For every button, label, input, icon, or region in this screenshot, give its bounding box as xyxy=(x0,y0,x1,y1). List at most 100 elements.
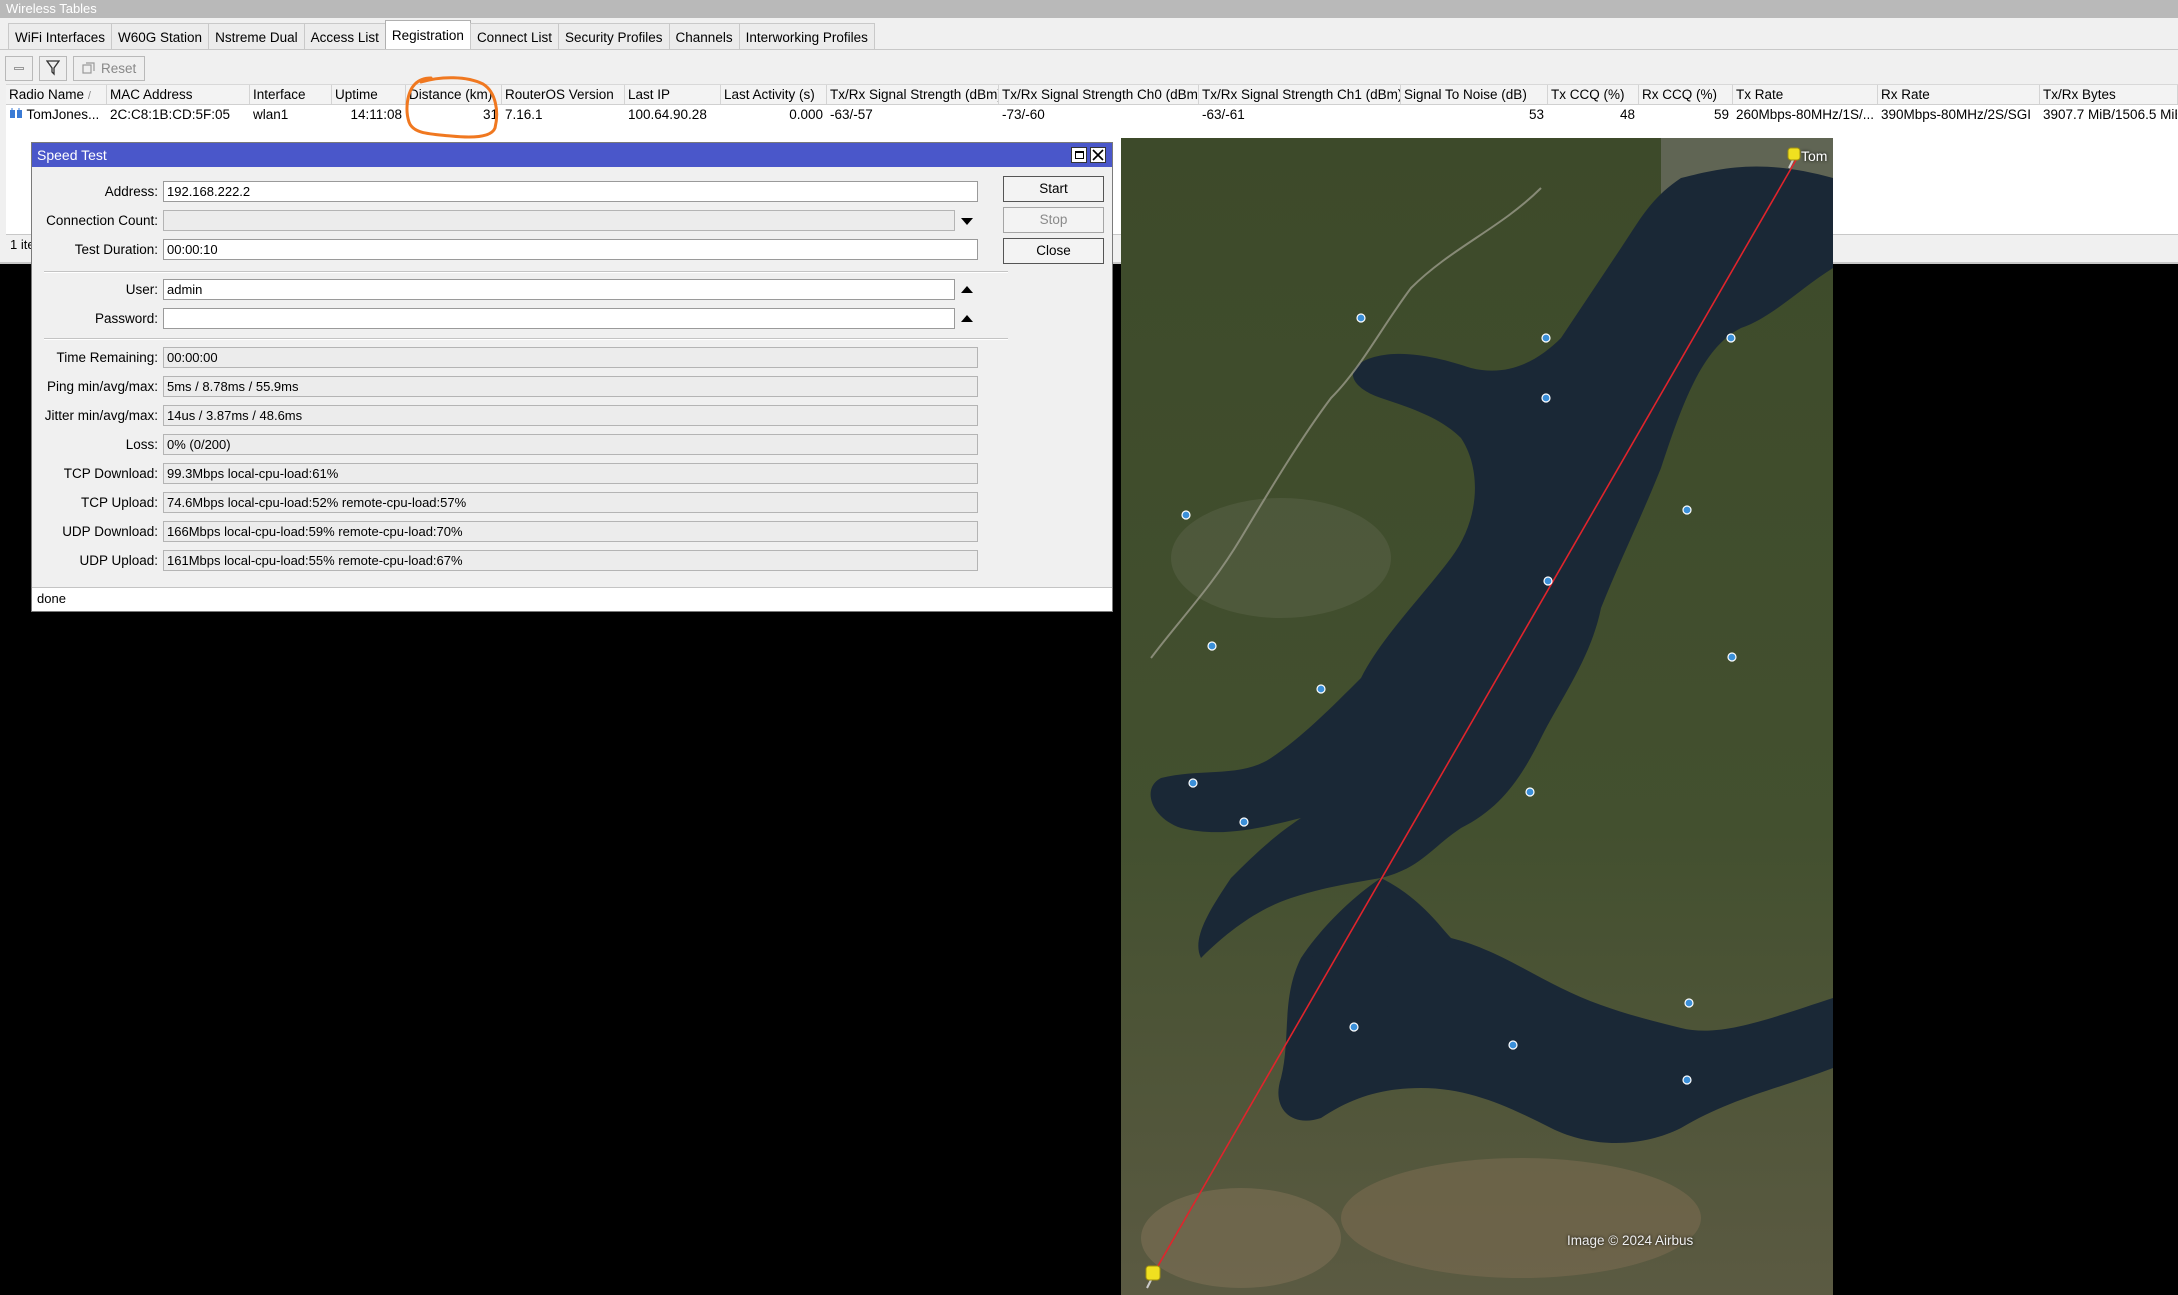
column-header[interactable]: Tx Rate xyxy=(1733,85,1878,104)
close-icon xyxy=(1092,149,1104,161)
tab-registration[interactable]: Registration xyxy=(384,20,471,50)
udp-upload-row: UDP Upload: 161Mbps local-cpu-load:55% r… xyxy=(32,550,1112,572)
start-button[interactable]: Start xyxy=(1003,176,1104,202)
chevron-down-icon[interactable] xyxy=(961,218,973,225)
marker-icon[interactable] xyxy=(1543,576,1553,586)
tcp-download-label: TCP Download: xyxy=(63,466,158,481)
filter-icon xyxy=(46,60,60,76)
cell-mac: 2C:C8:1B:CD:5F:05 xyxy=(107,105,250,124)
password-label: Password: xyxy=(94,311,158,326)
column-header[interactable]: Signal To Noise (dB) xyxy=(1401,85,1548,104)
column-header[interactable]: Tx/Rx Signal Strength Ch0 (dBm) xyxy=(999,85,1199,104)
time-remaining-row: Time Remaining: 00:00:00 xyxy=(32,347,1112,369)
marker-icon[interactable] xyxy=(1239,817,1249,827)
cell-snr: 53 xyxy=(1401,105,1548,124)
tab-channels[interactable]: Channels xyxy=(668,23,740,50)
time-remaining-label: Time Remaining: xyxy=(56,350,158,365)
remove-button[interactable] xyxy=(5,55,33,81)
jitter-value: 14us / 3.87ms / 48.6ms xyxy=(163,405,978,426)
column-header[interactable]: MAC Address xyxy=(107,85,250,104)
column-header[interactable]: Tx/Rx Signal Strength Ch1 (dBm) xyxy=(1199,85,1401,104)
connection-count-input[interactable] xyxy=(163,210,955,231)
stop-button[interactable]: Stop xyxy=(1003,207,1104,233)
column-header[interactable]: RouterOS Version xyxy=(502,85,625,104)
password-input[interactable] xyxy=(163,308,955,329)
loss-label: Loss: xyxy=(125,437,158,452)
marker-icon[interactable] xyxy=(1207,641,1217,651)
column-header[interactable]: Rx CCQ (%) xyxy=(1639,85,1733,104)
tab-security-profiles[interactable]: Security Profiles xyxy=(557,23,670,50)
speed-test-dialog: Speed Test Address: 192.168.222.2 Connec… xyxy=(31,142,1113,612)
reset-button[interactable]: Reset xyxy=(73,55,146,81)
column-header[interactable]: Tx/Rx Bytes xyxy=(2040,85,2178,104)
column-header[interactable]: Tx CCQ (%) xyxy=(1548,85,1639,104)
connection-count-row: Connection Count: xyxy=(32,210,1112,232)
marker-icon[interactable] xyxy=(1682,505,1692,515)
tcp-download-row: TCP Download: 99.3Mbps local-cpu-load:61… xyxy=(32,463,1112,485)
column-header[interactable]: Interface xyxy=(250,85,332,104)
password-row: Password: xyxy=(32,308,1112,330)
cell-signal-ch1: -63/-61 xyxy=(1199,105,1401,124)
jitter-row: Jitter min/avg/max: 14us / 3.87ms / 48.6… xyxy=(32,405,1112,427)
terrain-patch xyxy=(1171,498,1391,618)
test-duration-label: Test Duration: xyxy=(74,242,158,257)
satellite-map[interactable]: Tom Image © 2024 Airbus xyxy=(1121,138,1833,1295)
cell-tx-rate: 260Mbps-80MHz/1S/... xyxy=(1733,105,1878,124)
farmland-patch xyxy=(1341,1158,1701,1278)
maximize-button[interactable] xyxy=(1071,147,1087,163)
tab-access-list[interactable]: Access List xyxy=(303,23,386,50)
udp-download-label: UDP Download: xyxy=(62,524,158,539)
tab-interworking-profiles[interactable]: Interworking Profiles xyxy=(738,23,875,50)
chevron-up-icon[interactable] xyxy=(961,286,973,293)
tab-w60g-station[interactable]: W60G Station xyxy=(111,23,210,50)
user-input[interactable]: admin xyxy=(163,279,955,300)
address-input[interactable]: 192.168.222.2 xyxy=(163,181,978,202)
column-header[interactable]: Uptime xyxy=(332,85,406,104)
sort-indicator-icon: / xyxy=(87,90,91,102)
marker-icon[interactable] xyxy=(1525,787,1535,797)
cell-rx-ccq: 59 xyxy=(1639,105,1733,124)
marker-icon[interactable] xyxy=(1682,1075,1692,1085)
cell-tx-ccq: 48 xyxy=(1548,105,1639,124)
test-duration-input[interactable]: 00:00:10 xyxy=(163,239,978,260)
tcp-upload-label: TCP Upload: xyxy=(80,495,158,510)
marker-icon[interactable] xyxy=(1726,333,1736,343)
marker-icon[interactable] xyxy=(1316,684,1326,694)
cell-rx-rate: 390Mbps-80MHz/2S/SGI xyxy=(1878,105,2040,124)
close-window-button[interactable] xyxy=(1090,147,1106,163)
table-row[interactable]: TomJones... 2C:C8:1B:CD:5F:05 wlan1 14:1… xyxy=(6,105,2178,124)
tab-wifi-interfaces[interactable]: WiFi Interfaces xyxy=(8,23,113,50)
marker-icon[interactable] xyxy=(1541,333,1551,343)
filter-button[interactable] xyxy=(39,55,67,81)
column-header[interactable]: Radio Name / xyxy=(6,85,107,104)
marker-icon[interactable] xyxy=(1684,998,1694,1008)
address-label: Address: xyxy=(104,184,158,199)
close-button[interactable]: Close xyxy=(1003,238,1104,264)
cell-signal-ch0: -73/-60 xyxy=(999,105,1199,124)
cell-radio-name: TomJones... xyxy=(6,105,107,124)
tab-nstreme-dual[interactable]: Nstreme Dual xyxy=(208,23,305,50)
marker-icon[interactable] xyxy=(1188,778,1198,788)
cell-last-ip: 100.64.90.28 xyxy=(625,105,721,124)
udp-upload-label: UDP Upload: xyxy=(79,553,158,568)
marker-icon[interactable] xyxy=(1356,313,1366,323)
minus-icon xyxy=(14,66,24,70)
ping-value: 5ms / 8.78ms / 55.9ms xyxy=(163,376,978,397)
connection-count-label: Connection Count: xyxy=(46,213,158,228)
column-header[interactable]: Rx Rate xyxy=(1878,85,2040,104)
marker-icon[interactable] xyxy=(1727,652,1737,662)
tcp-download-value: 99.3Mbps local-cpu-load:61% xyxy=(163,463,978,484)
marker-icon[interactable] xyxy=(1181,510,1191,520)
marker-icon[interactable] xyxy=(1508,1040,1518,1050)
column-header[interactable]: Last Activity (s) xyxy=(721,85,827,104)
column-header[interactable]: Tx/Rx Signal Strength (dBm) xyxy=(827,85,999,104)
pin-label: Tom xyxy=(1801,148,1828,164)
marker-icon[interactable] xyxy=(1541,393,1551,403)
tab-connect-list[interactable]: Connect List xyxy=(469,23,559,50)
column-header[interactable]: Last IP xyxy=(625,85,721,104)
annotation-circle xyxy=(405,76,499,139)
chevron-up-icon[interactable] xyxy=(961,315,973,322)
cell-signal: -63/-57 xyxy=(827,105,999,124)
marker-icon[interactable] xyxy=(1349,1022,1359,1032)
map-attribution: Image © 2024 Airbus xyxy=(1567,1233,1694,1248)
